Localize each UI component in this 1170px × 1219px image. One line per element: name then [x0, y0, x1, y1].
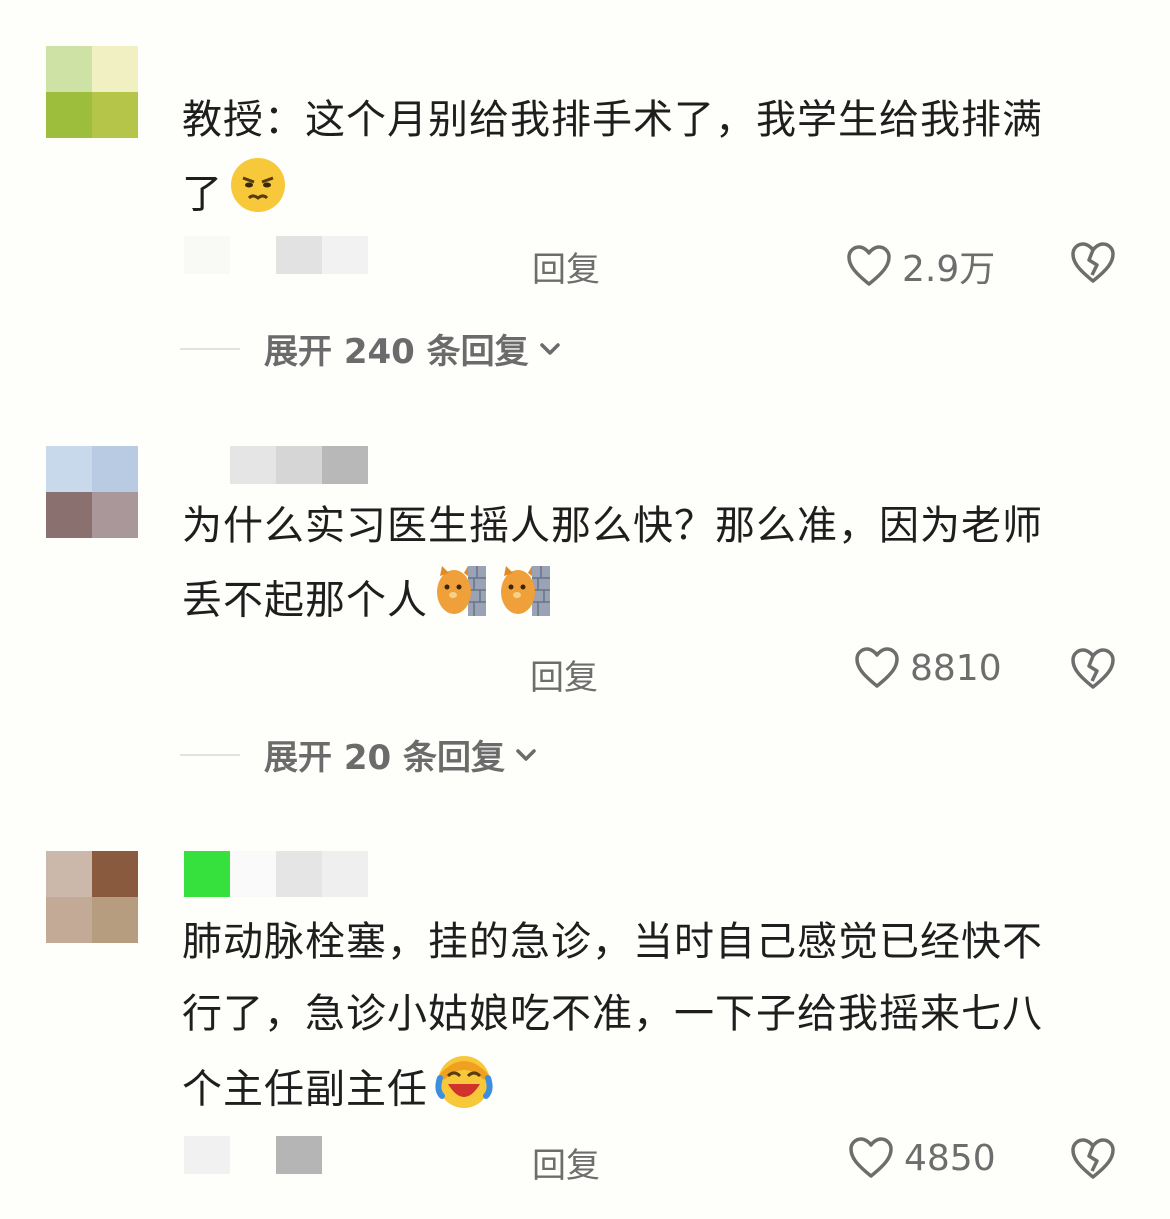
heart-icon [847, 245, 891, 286]
like-count: 2.9万 [902, 249, 996, 290]
divider [180, 347, 240, 350]
heart-icon [849, 1137, 893, 1178]
annoyed-face-icon [229, 156, 287, 237]
comment-text-line: 个主任副主任 [182, 1050, 1122, 1133]
comment-text-line: 为什么实习医生摇人那么快？那么准，因为老师 [182, 503, 1043, 549]
broken-heart-icon [1071, 242, 1115, 283]
divider [180, 753, 240, 756]
like-button[interactable]: 4850 [848, 1136, 996, 1180]
username-redacted[interactable] [184, 446, 368, 484]
crying-laughing-face-icon [434, 1050, 494, 1133]
expand-replies-button[interactable]: 展开 20 条回复 [180, 730, 537, 779]
username-redacted[interactable] [184, 851, 368, 897]
broken-heart-icon [1071, 648, 1115, 689]
heart-icon [855, 647, 899, 688]
chevron-down-icon [516, 748, 536, 761]
expand-replies-button[interactable]: 展开 240 条回复 [180, 324, 561, 373]
dislike-button[interactable] [1070, 240, 1116, 286]
comment-text: 为什么实习医生摇人那么快？那么准，因为老师 丢不起那个人 [182, 490, 1122, 643]
reply-button[interactable]: 回复 [530, 650, 598, 699]
avatar[interactable] [46, 851, 138, 943]
like-count: 8810 [910, 647, 1002, 689]
avatar[interactable] [46, 46, 138, 138]
reply-meta-redacted [184, 1136, 322, 1174]
dislike-button[interactable] [1070, 1136, 1116, 1182]
cat-peeking-wall-icon [434, 562, 492, 643]
comment-text-line: 教授：这个月别给我排手术了，我学生给我排满 [182, 97, 1043, 143]
dislike-button[interactable] [1070, 646, 1116, 692]
comment-text-line: 了 [182, 156, 1122, 237]
comment-text-line: 行了，急诊小姑娘吃不准，一下子给我摇来七八 [182, 991, 1043, 1037]
comment-text: 肺动脉栓塞，挂的急诊，当时自己感觉已经快不 行了，急诊小姑娘吃不准，一下子给我摇… [182, 906, 1122, 1133]
like-button[interactable]: 2.9万 [846, 240, 995, 292]
like-button[interactable]: 8810 [854, 646, 1002, 690]
chevron-down-icon [539, 342, 560, 355]
comment-text-line: 肺动脉栓塞，挂的急诊，当时自己感觉已经快不 [182, 919, 1043, 965]
like-count: 4850 [904, 1137, 996, 1179]
broken-heart-icon [1071, 1138, 1115, 1179]
cat-peeking-wall-icon [498, 562, 556, 643]
comment-text-line: 丢不起那个人 [182, 562, 1122, 643]
reply-button[interactable]: 回复 [532, 1138, 600, 1187]
username-redacted[interactable] [184, 236, 368, 274]
reply-button[interactable]: 回复 [532, 242, 600, 291]
comment-text: 教授：这个月别给我排手术了，我学生给我排满 了 [182, 84, 1122, 237]
avatar[interactable] [46, 446, 138, 538]
